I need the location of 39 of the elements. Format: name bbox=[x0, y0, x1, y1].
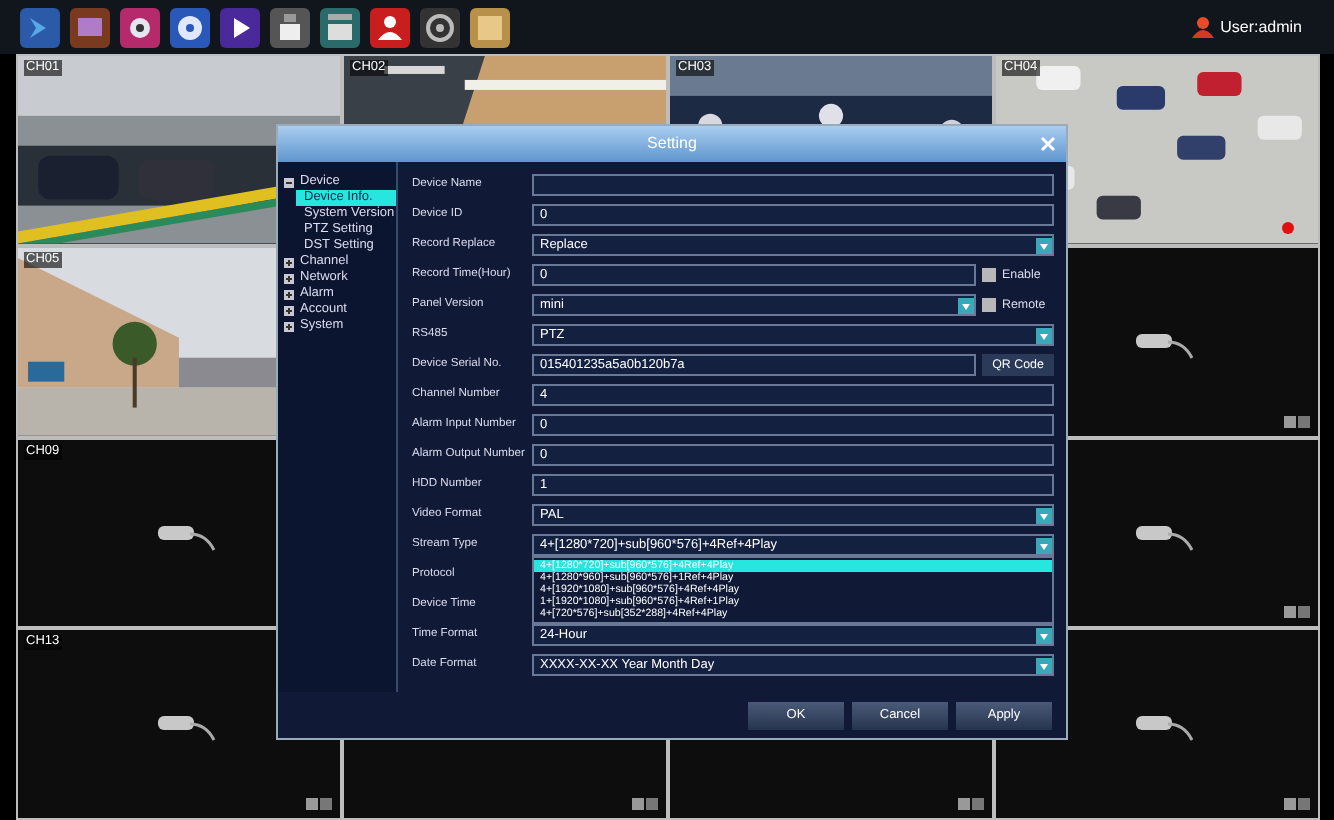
status-icons bbox=[958, 798, 984, 810]
dropdown-icon[interactable] bbox=[1036, 507, 1052, 523]
dial-icon[interactable] bbox=[420, 7, 460, 47]
screen-icon[interactable] bbox=[320, 7, 360, 47]
camera-icon bbox=[1136, 523, 1196, 551]
close-icon[interactable] bbox=[1040, 136, 1056, 152]
expand-icon[interactable] bbox=[284, 273, 294, 283]
status-icons bbox=[1284, 606, 1310, 619]
user-label: User:admin bbox=[1220, 15, 1302, 39]
dropdown-icon[interactable] bbox=[1036, 327, 1052, 343]
dropdown-icon[interactable] bbox=[1036, 237, 1052, 253]
user-icon bbox=[1192, 16, 1215, 38]
expand-icon[interactable] bbox=[284, 305, 294, 315]
status-icons bbox=[632, 798, 658, 810]
monitor-icon[interactable] bbox=[70, 7, 110, 47]
expand-icon[interactable] bbox=[284, 289, 294, 299]
dropdown-icon[interactable] bbox=[958, 297, 974, 313]
expand-icon[interactable] bbox=[284, 321, 294, 331]
camera-icon bbox=[158, 523, 218, 551]
input-field[interactable] bbox=[532, 174, 1054, 196]
camera-icon[interactable] bbox=[120, 7, 160, 47]
camera-icon bbox=[1136, 714, 1196, 743]
expand-icon[interactable] bbox=[284, 257, 294, 267]
checkbox[interactable] bbox=[982, 297, 996, 312]
dropdown-icon[interactable] bbox=[1036, 657, 1052, 673]
camera-icon bbox=[1136, 331, 1196, 360]
dialog-title: Setting bbox=[647, 132, 697, 156]
camera-icon bbox=[158, 714, 218, 743]
person-icon[interactable] bbox=[370, 7, 410, 47]
status-icons bbox=[306, 798, 332, 810]
status-icons bbox=[1284, 798, 1310, 810]
dropdown-icon[interactable] bbox=[1036, 627, 1052, 643]
box-icon[interactable] bbox=[270, 7, 310, 47]
checkbox[interactable] bbox=[982, 267, 996, 282]
collapse-icon[interactable] bbox=[284, 177, 294, 187]
dropdown-icon[interactable] bbox=[1036, 537, 1052, 553]
status-icons bbox=[1284, 415, 1310, 427]
square-icon[interactable] bbox=[470, 7, 510, 47]
play-icon[interactable] bbox=[220, 7, 260, 47]
